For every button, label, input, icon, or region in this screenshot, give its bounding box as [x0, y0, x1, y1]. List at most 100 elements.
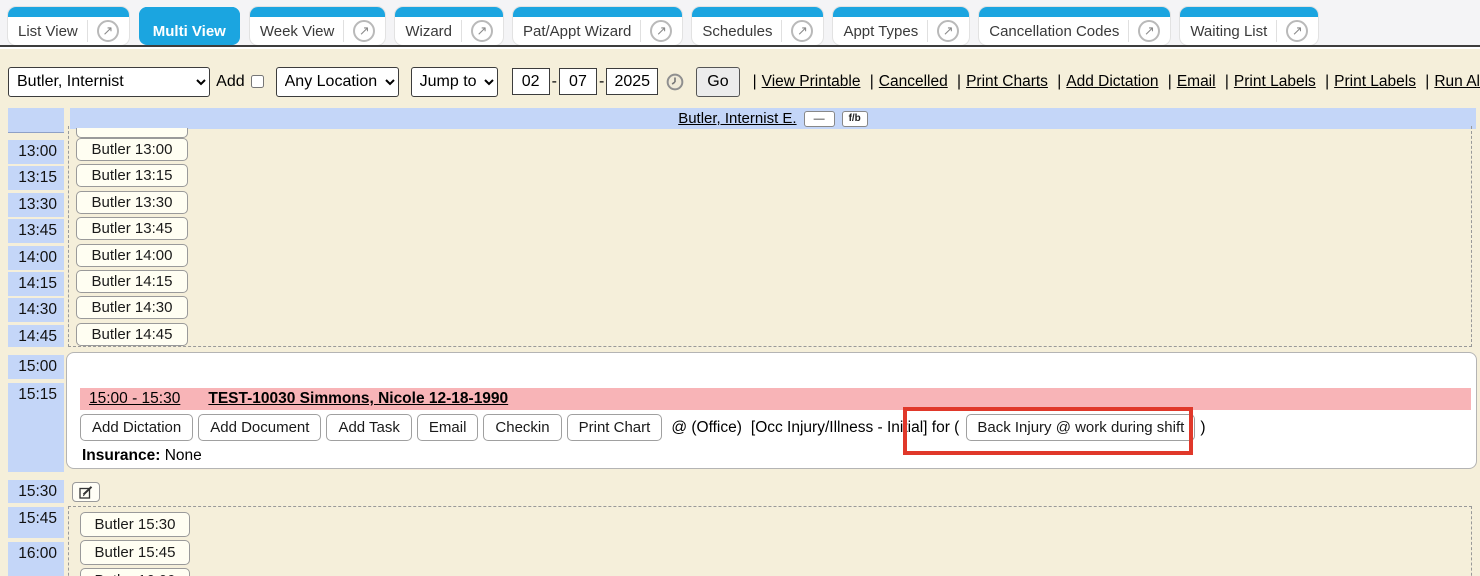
- tab-open-button[interactable]: ↗: [87, 20, 119, 42]
- link-print-labels-2[interactable]: Print Labels: [1334, 73, 1416, 90]
- slot-button[interactable]: Butler 14:15: [76, 270, 188, 293]
- tab-label: Schedules: [702, 23, 772, 40]
- add-label: Add: [216, 73, 244, 91]
- provider-select[interactable]: Butler, Internist: [8, 67, 210, 97]
- tab-open-button[interactable]: ↗: [927, 20, 959, 42]
- add-document-button[interactable]: Add Document: [198, 414, 321, 441]
- slot-button[interactable]: Butler 13:30: [76, 191, 188, 214]
- tab-wizard[interactable]: Wizard ↗: [395, 7, 503, 45]
- time-label: 14:00: [8, 246, 64, 270]
- appointment-location-text: @ (Office): [671, 419, 742, 437]
- open-new-window-icon[interactable]: ↗: [937, 20, 959, 42]
- date-month-input[interactable]: [512, 68, 550, 95]
- slot-region-upper: [68, 126, 1472, 347]
- date-year-input[interactable]: [606, 68, 658, 95]
- link-separator: |: [1057, 73, 1061, 90]
- open-new-window-icon[interactable]: ↗: [650, 20, 672, 42]
- open-new-window-icon[interactable]: ↗: [97, 20, 119, 42]
- print-chart-button[interactable]: Print Chart: [567, 414, 663, 441]
- link-separator: |: [1225, 73, 1229, 90]
- tab-top-accent: [395, 7, 503, 17]
- link-cancelled[interactable]: Cancelled: [879, 73, 948, 90]
- link-separator: |: [753, 73, 757, 90]
- tab-open-button[interactable]: ↗: [1276, 20, 1308, 42]
- edit-slot-button[interactable]: [72, 482, 100, 502]
- tab-week-view[interactable]: Week View ↗: [250, 7, 385, 45]
- time-label: 14:15: [8, 272, 64, 296]
- slot-button[interactable]: Butler 14:30: [76, 296, 188, 319]
- collapse-button[interactable]: —: [804, 111, 835, 127]
- tab-waiting-list[interactable]: Waiting List ↗: [1180, 7, 1318, 45]
- provider-header-link[interactable]: Butler, Internist E.: [678, 110, 796, 127]
- open-new-window-icon[interactable]: ↗: [1286, 20, 1308, 42]
- tab-top-accent: [692, 7, 823, 17]
- slot-button[interactable]: Butler 13:45: [76, 217, 188, 240]
- slot-button[interactable]: Butler 15:30: [80, 512, 190, 537]
- tab-open-button[interactable]: ↗: [640, 20, 672, 42]
- link-print-labels-1[interactable]: Print Labels: [1234, 73, 1316, 90]
- slot-button[interactable]: Butler 13:00: [76, 138, 188, 161]
- time-label-partial: [8, 128, 64, 133]
- open-new-window-icon[interactable]: ↗: [353, 20, 375, 42]
- tab-label: Appt Types: [843, 23, 918, 40]
- slot-button[interactable]: Butler 16:00: [80, 568, 190, 576]
- toolbar: Butler, Internist Add Any Location Jump …: [0, 49, 1480, 100]
- tab-multi-view[interactable]: Multi View: [139, 7, 240, 45]
- slot-button[interactable]: Butler 14:45: [76, 323, 188, 346]
- tab-cancellation-codes[interactable]: Cancellation Codes ↗: [979, 7, 1170, 45]
- link-separator: |: [1425, 73, 1429, 90]
- appointment-card: [66, 352, 1477, 469]
- link-email[interactable]: Email: [1177, 73, 1216, 90]
- slot-button[interactable]: Butler 14:00: [76, 244, 188, 267]
- link-print-charts[interactable]: Print Charts: [966, 73, 1048, 90]
- slot-region-lower: [68, 506, 1472, 576]
- tab-open-button[interactable]: ↗: [461, 20, 493, 42]
- insurance-line: Insurance: None: [82, 447, 202, 465]
- date-day-input[interactable]: [559, 68, 597, 95]
- open-new-window-icon[interactable]: ↗: [1138, 20, 1160, 42]
- time-label: 16:00: [8, 542, 64, 576]
- tab-top-accent: [139, 7, 240, 17]
- tab-appt-types[interactable]: Appt Types ↗: [833, 7, 969, 45]
- link-separator: |: [870, 73, 874, 90]
- link-run-all[interactable]: Run Al: [1434, 73, 1480, 90]
- time-label: 13:45: [8, 219, 64, 243]
- email-button[interactable]: Email: [417, 414, 479, 441]
- tab-top-accent: [513, 7, 682, 17]
- link-separator: |: [1325, 73, 1329, 90]
- tab-pat-appt-wizard[interactable]: Pat/Appt Wizard ↗: [513, 7, 682, 45]
- link-separator: |: [1168, 73, 1172, 90]
- time-label: 15:00: [8, 355, 64, 379]
- toolbar-links: | View Printable | Cancelled | Print Charts…: [748, 73, 1480, 91]
- patient-link[interactable]: TEST-10030 Simmons, Nicole 12-18-1990: [208, 390, 508, 408]
- add-dictation-button[interactable]: Add Dictation: [80, 414, 193, 441]
- tab-open-button[interactable]: ↗: [1128, 20, 1160, 42]
- tab-open-button[interactable]: ↗: [343, 20, 375, 42]
- link-view-printable[interactable]: View Printable: [762, 73, 861, 90]
- location-select[interactable]: Any Location: [276, 67, 399, 97]
- tab-schedules[interactable]: Schedules ↗: [692, 7, 823, 45]
- tab-open-button[interactable]: ↗: [781, 20, 813, 42]
- checkin-button[interactable]: Checkin: [483, 414, 561, 441]
- tab-label: Wizard: [405, 23, 452, 40]
- appointment-reason-button[interactable]: Back Injury @ work during shift: [966, 414, 1195, 441]
- tab-label: Week View: [260, 23, 334, 40]
- appointment-time-link[interactable]: 15:00 - 15:30: [89, 390, 180, 408]
- clock-icon[interactable]: [666, 71, 684, 93]
- link-add-dictation[interactable]: Add Dictation: [1066, 73, 1158, 90]
- schedule-grid: Butler, Internist E. — f/b 13:00 13:15 1…: [0, 100, 1480, 576]
- add-task-button[interactable]: Add Task: [326, 414, 411, 441]
- add-checkbox[interactable]: [251, 74, 264, 89]
- insurance-label: Insurance:: [82, 447, 160, 464]
- open-new-window-icon[interactable]: ↗: [471, 20, 493, 42]
- tab-label: Waiting List: [1190, 23, 1267, 40]
- jump-to-select[interactable]: Jump to: [411, 67, 498, 97]
- open-new-window-icon[interactable]: ↗: [791, 20, 813, 42]
- tab-list-view[interactable]: List View ↗: [8, 7, 129, 45]
- fb-button[interactable]: f/b: [842, 111, 868, 127]
- time-label: 14:45: [8, 325, 64, 347]
- slot-button[interactable]: Butler 13:15: [76, 164, 188, 187]
- go-button[interactable]: Go: [696, 67, 739, 97]
- appointment-type-text: [Occ Injury/Illness - Initial] for (: [751, 419, 959, 437]
- slot-button[interactable]: Butler 15:45: [80, 540, 190, 565]
